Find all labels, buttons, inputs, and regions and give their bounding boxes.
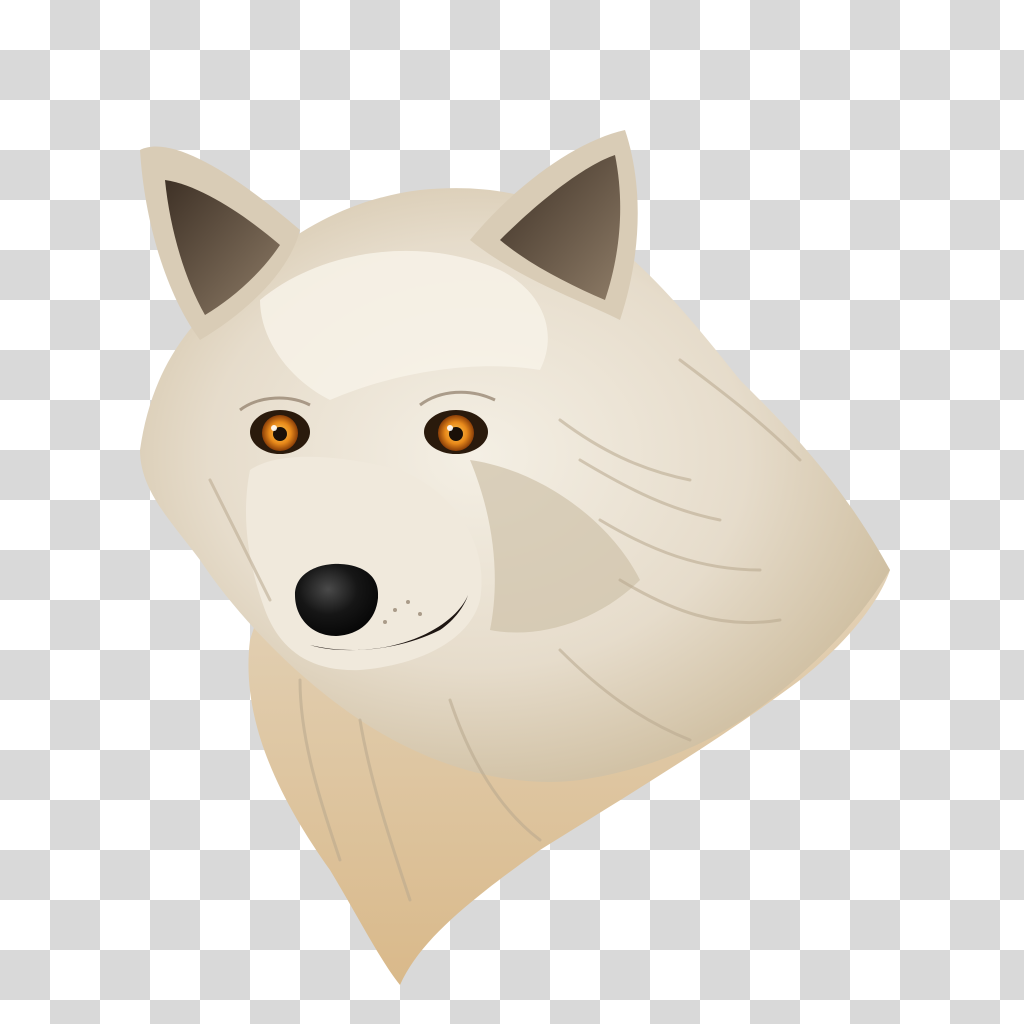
wolf-left-eye bbox=[250, 410, 310, 454]
wolf-right-eye bbox=[424, 410, 488, 454]
wolf-illustration bbox=[140, 130, 890, 985]
image-canvas bbox=[0, 0, 1024, 1024]
